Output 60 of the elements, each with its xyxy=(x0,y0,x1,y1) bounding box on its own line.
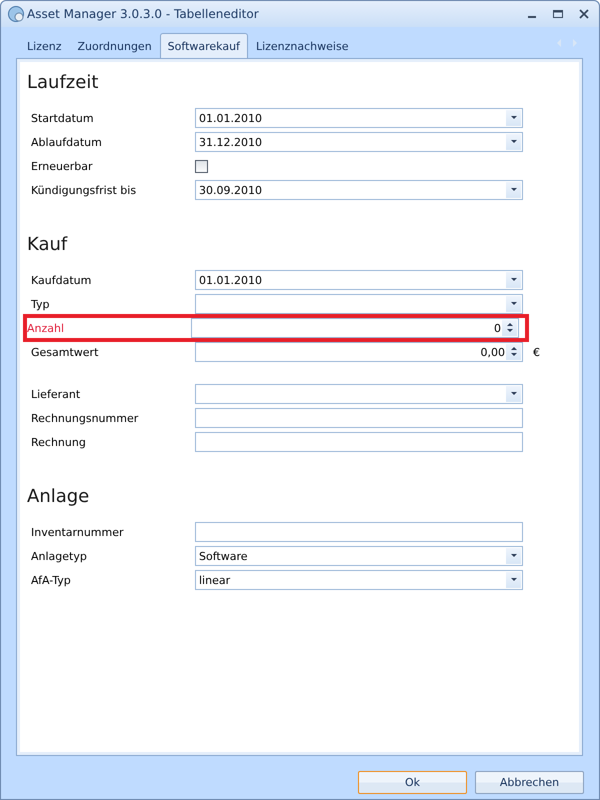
number-field[interactable]: 0 xyxy=(191,318,519,338)
dropdown-button[interactable] xyxy=(506,548,521,564)
caret-icon xyxy=(510,578,516,581)
text-field[interactable] xyxy=(195,408,523,428)
tab[interactable]: Softwarekauf xyxy=(160,33,248,58)
field-label: Lieferant xyxy=(31,388,82,400)
spin-buttons[interactable] xyxy=(502,320,517,336)
dropdown-field[interactable] xyxy=(195,294,523,314)
dialog-button[interactable]: Ok xyxy=(358,771,467,794)
field-label: Inventarnummer xyxy=(31,526,125,538)
field-label: Rechnungsnummer xyxy=(31,412,140,424)
field-label: Anzahl xyxy=(27,322,66,334)
number-field[interactable]: 0,00 xyxy=(195,342,523,362)
dropdown-field[interactable]: 01.01.2010 xyxy=(195,108,523,128)
text-field[interactable] xyxy=(195,432,523,452)
globe-icon xyxy=(7,5,25,23)
dropdown-field[interactable]: linear xyxy=(195,570,523,590)
caret-icon xyxy=(510,278,516,281)
checkbox[interactable] xyxy=(195,160,208,172)
tab[interactable]: Lizenz xyxy=(19,34,70,58)
dropdown-field[interactable]: 01.01.2010 xyxy=(195,270,523,290)
field-label: Startdatum xyxy=(31,112,95,124)
dropdown-field[interactable]: 30.09.2010 xyxy=(195,180,523,200)
caret-icon xyxy=(510,554,516,557)
unit-label: € xyxy=(533,346,540,358)
dropdown-button[interactable] xyxy=(506,272,521,288)
dropdown-button[interactable] xyxy=(506,572,521,588)
dropdown-button[interactable] xyxy=(506,386,521,402)
caret-icon xyxy=(510,140,516,143)
dropdown-field[interactable]: 31.12.2010 xyxy=(195,132,523,152)
caret-icon xyxy=(510,302,516,305)
field-label: Typ xyxy=(31,298,50,310)
field-label: AfA-Typ xyxy=(31,574,72,586)
caret-icon xyxy=(510,188,516,191)
dialog-button[interactable]: Abbrechen xyxy=(475,771,584,794)
caret-icon xyxy=(510,116,516,119)
close-icon[interactable] xyxy=(577,7,591,21)
section-heading: Anlage xyxy=(27,485,90,509)
dropdown-field[interactable]: Software xyxy=(195,546,523,566)
field-label: Ablaufdatum xyxy=(31,136,103,148)
dropdown-button[interactable] xyxy=(506,110,521,126)
field-label: Kaufdatum xyxy=(31,274,92,286)
field-label: Erneuerbar xyxy=(31,160,94,172)
dropdown-field[interactable] xyxy=(195,384,523,404)
section-heading: Kauf xyxy=(27,233,68,257)
maximize-icon[interactable] xyxy=(551,7,565,21)
field-label: Gesamtwert xyxy=(31,346,100,358)
section-heading: Laufzeit xyxy=(27,71,100,95)
tab[interactable]: Lizenznachweise xyxy=(248,34,356,58)
window-title: Asset Manager 3.0.3.0 - Tabelleneditor xyxy=(27,7,260,21)
field-label: Kündigungsfrist bis xyxy=(31,184,138,196)
tab[interactable]: Zuordnungen xyxy=(69,34,160,58)
dropdown-button[interactable] xyxy=(506,182,521,198)
caret-icon xyxy=(510,392,516,395)
field-label: Rechnung xyxy=(31,436,87,448)
dropdown-button[interactable] xyxy=(506,134,521,150)
dropdown-button[interactable] xyxy=(506,296,521,312)
text-field[interactable] xyxy=(195,522,523,542)
field-label: Anlagetyp xyxy=(31,550,88,562)
spin-buttons[interactable] xyxy=(506,344,521,360)
